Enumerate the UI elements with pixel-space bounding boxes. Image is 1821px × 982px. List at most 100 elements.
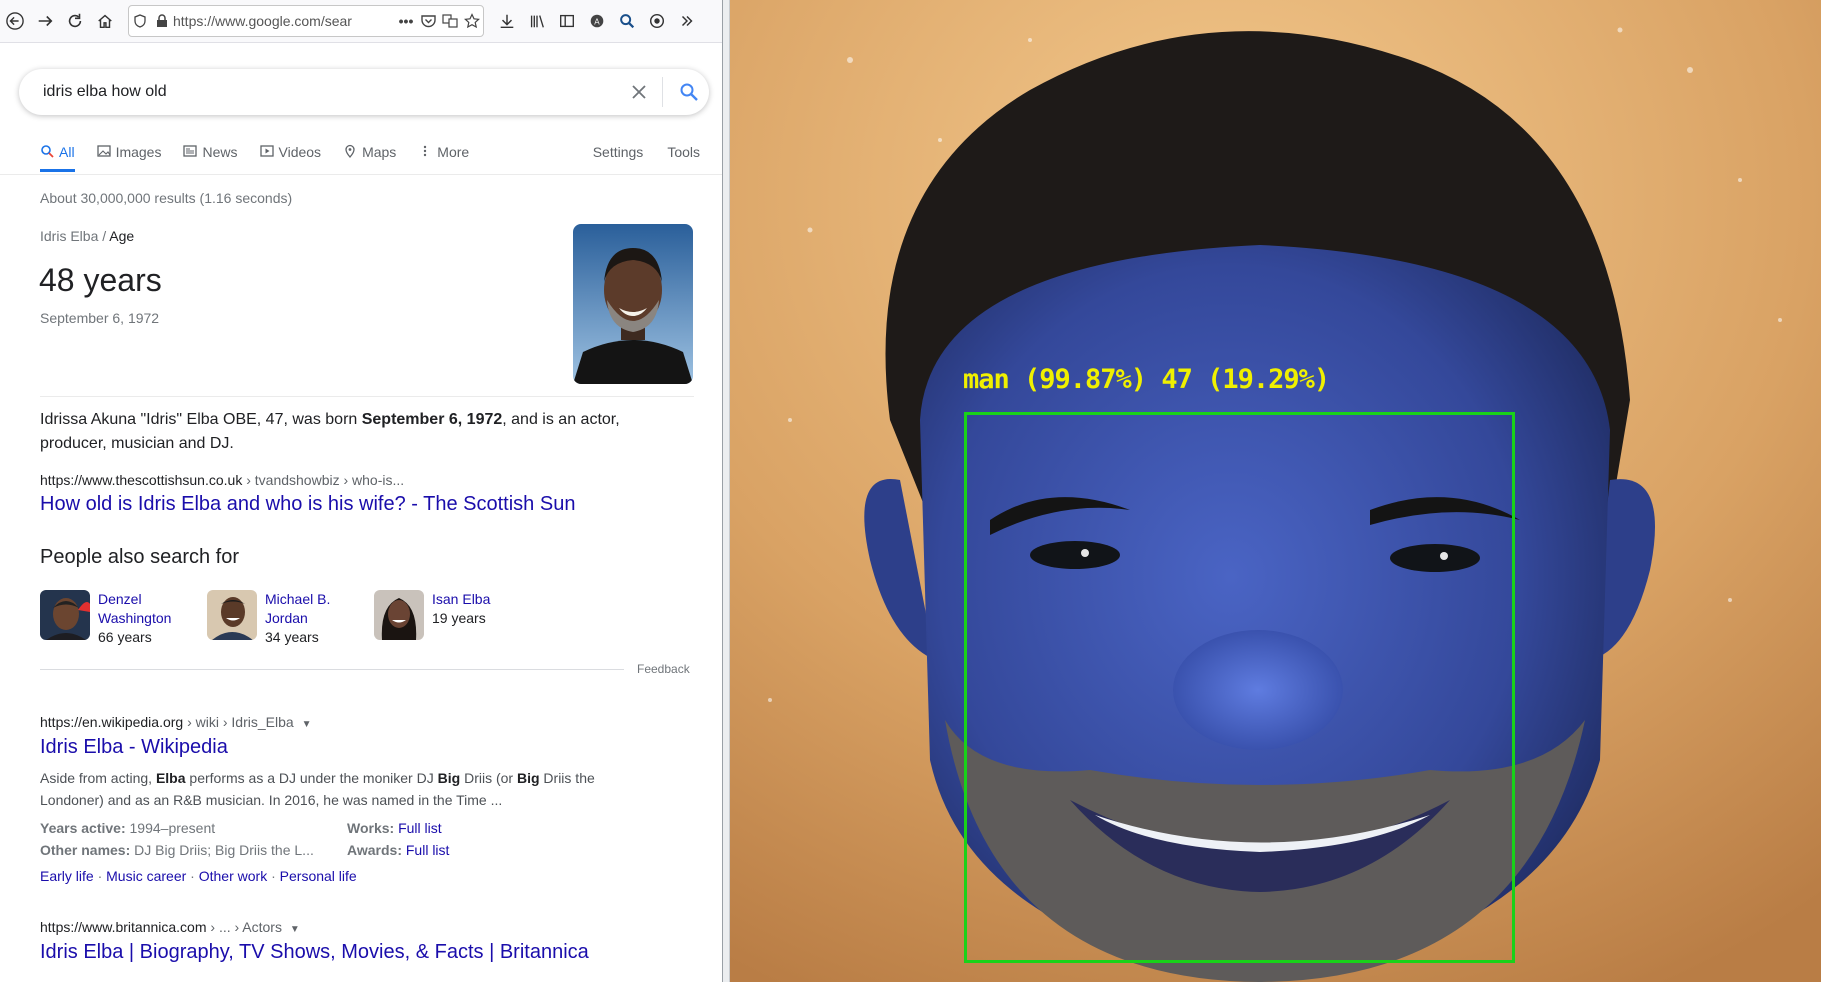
overflow-menu-button[interactable] (672, 6, 702, 36)
more-vert-icon (424, 145, 427, 157)
bookmark-star-icon[interactable] (461, 13, 483, 29)
featured-result-title[interactable]: How old is Idris Elba and who is his wif… (40, 493, 575, 516)
britannica-cite: https://www.britannica.com › ... › Actor… (40, 919, 300, 935)
feedback-link[interactable]: Feedback (637, 662, 690, 676)
page-actions-menu[interactable]: ••• (395, 13, 417, 29)
person-photo[interactable] (207, 590, 257, 640)
svg-text:A: A (594, 18, 600, 27)
face-bounding-box (964, 412, 1515, 963)
sitelink-music-career[interactable]: Music career (106, 868, 186, 884)
library-button[interactable] (522, 6, 552, 36)
cite-path: › wiki › Idris_Elba (183, 714, 294, 730)
works-full-list-link[interactable]: Full list (398, 820, 442, 836)
tab-more[interactable]: More (418, 132, 469, 172)
tab-maps[interactable]: Maps (343, 132, 396, 172)
cite-path: › ... › Actors (206, 919, 282, 935)
sitelink-early-life[interactable]: Early life (40, 868, 94, 884)
address-bar[interactable]: https://www.google.com/sear ••• (128, 5, 484, 37)
window-divider[interactable] (722, 0, 730, 982)
sitelink-personal-life[interactable]: Personal life (280, 868, 357, 884)
people-card-denzel[interactable]: Denzel Washington 66 years (40, 590, 200, 646)
search-icon (680, 83, 698, 101)
browser-window: https://www.google.com/sear ••• A idris … (0, 0, 722, 982)
answer-value: 48 years (39, 262, 162, 298)
double-chevron-right-icon (681, 15, 693, 27)
cite-domain: https://www.thescottishsun.co.uk (40, 472, 243, 488)
face-detection-image: man (99.87%) 47 (19.29%) (730, 0, 1821, 982)
people-card-isan[interactable]: Isan Elba 19 years (374, 590, 534, 646)
wiki-sitelinks: Early life · Music career · Other work ·… (40, 868, 357, 884)
people-also-search-heading: People also search for (40, 546, 240, 568)
search-icon (41, 145, 54, 158)
image-icon (96, 145, 111, 157)
search-submit-button[interactable] (669, 82, 709, 102)
clear-search-button[interactable] (622, 84, 656, 100)
person-photo[interactable] (40, 590, 90, 640)
tab-label: More (437, 144, 470, 160)
awards-full-list-link[interactable]: Full list (406, 842, 450, 858)
tabs-divider (0, 174, 722, 175)
tab-videos[interactable]: Videos (259, 132, 321, 172)
cite-path: › tvandshowbiz › who-is... (242, 472, 405, 488)
person-name[interactable]: Isan Elba 19 years (432, 590, 532, 628)
person-age: 66 years (98, 629, 152, 645)
shield-icon (129, 14, 151, 28)
search-input[interactable] (41, 82, 622, 102)
search-box-divider (662, 77, 663, 107)
featured-snippet-text: Idrissa Akuna "Idris" Elba OBE, 47, was … (40, 411, 620, 452)
crumb-separator: / (102, 228, 107, 244)
person-name[interactable]: Michael B. Jordan 34 years (265, 590, 365, 647)
wiki-description: Aside from acting, Elba performs as a DJ… (40, 770, 595, 808)
home-button[interactable] (90, 6, 120, 36)
fact-works: Works: Full list (347, 820, 442, 836)
tab-news[interactable]: News (183, 132, 238, 172)
reload-icon (68, 13, 82, 28)
pocket-icon[interactable] (417, 14, 439, 28)
knowledge-panel-photo[interactable] (573, 224, 693, 384)
downloads-button[interactable] (492, 6, 522, 36)
featured-cite: https://www.thescottishsun.co.uk › tvand… (40, 472, 404, 488)
newspaper-icon (183, 145, 198, 157)
cite-menu-caret-icon[interactable]: ▼ (290, 924, 300, 935)
crumb-entity[interactable]: Idris Elba (40, 228, 98, 244)
tab-all[interactable]: All (40, 132, 75, 172)
download-icon (500, 14, 514, 29)
person-name[interactable]: Denzel Washington 66 years (98, 590, 198, 647)
tab-label: All (59, 144, 75, 160)
home-icon (98, 14, 112, 29)
extension-icon (649, 13, 665, 29)
translate-icon[interactable] (439, 14, 461, 28)
back-button[interactable] (0, 6, 30, 36)
sidebar-icon (560, 14, 574, 28)
sidebar-button[interactable] (552, 6, 582, 36)
people-card-michael[interactable]: Michael B. Jordan 34 years (207, 590, 367, 646)
tab-images[interactable]: Images (96, 132, 161, 172)
people-divider (40, 669, 624, 670)
answer-date: September 6, 1972 (40, 310, 160, 326)
pin-icon (345, 144, 355, 158)
cite-domain: https://www.britannica.com (40, 919, 207, 935)
arrow-right-icon (38, 15, 53, 27)
tab-label: News (202, 144, 238, 160)
forward-button[interactable] (30, 6, 60, 36)
account-button[interactable]: A (582, 6, 612, 36)
answer-divider (40, 396, 694, 397)
wiki-result-title[interactable]: Idris Elba - Wikipedia (40, 736, 228, 759)
close-icon (632, 85, 646, 99)
search-extension-button[interactable] (612, 6, 642, 36)
tools-link[interactable]: Tools (667, 144, 700, 160)
result-stats: About 30,000,000 results (1.16 seconds) (40, 190, 293, 206)
britannica-result-title[interactable]: Idris Elba | Biography, TV Shows, Movies… (40, 941, 589, 964)
play-icon (259, 145, 274, 157)
reload-button[interactable] (60, 6, 90, 36)
lock-icon (151, 14, 173, 28)
cite-menu-caret-icon[interactable]: ▼ (302, 719, 312, 730)
cite-domain: https://en.wikipedia.org (40, 714, 184, 730)
url-text[interactable]: https://www.google.com/sear (173, 13, 395, 29)
settings-link[interactable]: Settings (593, 144, 644, 160)
extension-button[interactable] (642, 6, 672, 36)
person-photo[interactable] (374, 590, 424, 640)
search-box[interactable] (19, 69, 709, 115)
arrow-left-icon (6, 12, 24, 30)
sitelink-other-work[interactable]: Other work (199, 868, 267, 884)
